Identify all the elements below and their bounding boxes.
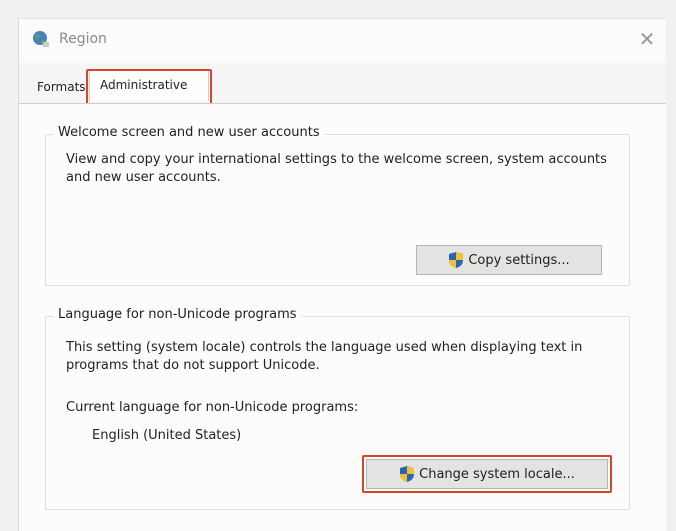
current-language-label: Current language for non-Unicode program… xyxy=(66,400,359,415)
tab-formats[interactable]: Formats xyxy=(37,76,89,98)
non-unicode-group-label: Language for non-Unicode programs xyxy=(54,307,301,322)
region-dialog: Region ✕ Formats Administrative Welcome … xyxy=(18,18,666,531)
close-icon: ✕ xyxy=(638,27,656,51)
change-system-locale-label: Change system locale... xyxy=(419,466,575,482)
tab-administrative[interactable]: Administrative xyxy=(89,69,209,101)
title-bar: Region ✕ xyxy=(19,19,666,63)
non-unicode-group: Language for non-Unicode programs This s… xyxy=(45,307,630,510)
close-button[interactable]: ✕ xyxy=(632,25,662,53)
tab-strip: Formats Administrative xyxy=(19,69,666,103)
uac-shield-icon xyxy=(449,252,464,268)
change-system-locale-button[interactable]: Change system locale... xyxy=(366,459,608,489)
welcome-group-description: View and copy your international setting… xyxy=(66,152,607,185)
welcome-group-label: Welcome screen and new user accounts xyxy=(54,125,324,140)
uac-shield-icon xyxy=(400,466,415,482)
copy-settings-label: Copy settings... xyxy=(468,252,570,268)
non-unicode-description: This setting (system locale) controls th… xyxy=(66,340,583,373)
window-title: Region xyxy=(59,31,107,47)
globe-icon xyxy=(33,31,49,47)
copy-settings-button[interactable]: Copy settings... xyxy=(416,245,602,275)
administrative-pane: Welcome screen and new user accounts Vie… xyxy=(19,103,666,531)
welcome-screen-group: Welcome screen and new user accounts Vie… xyxy=(45,125,630,286)
current-language-value: English (United States) xyxy=(92,428,242,443)
